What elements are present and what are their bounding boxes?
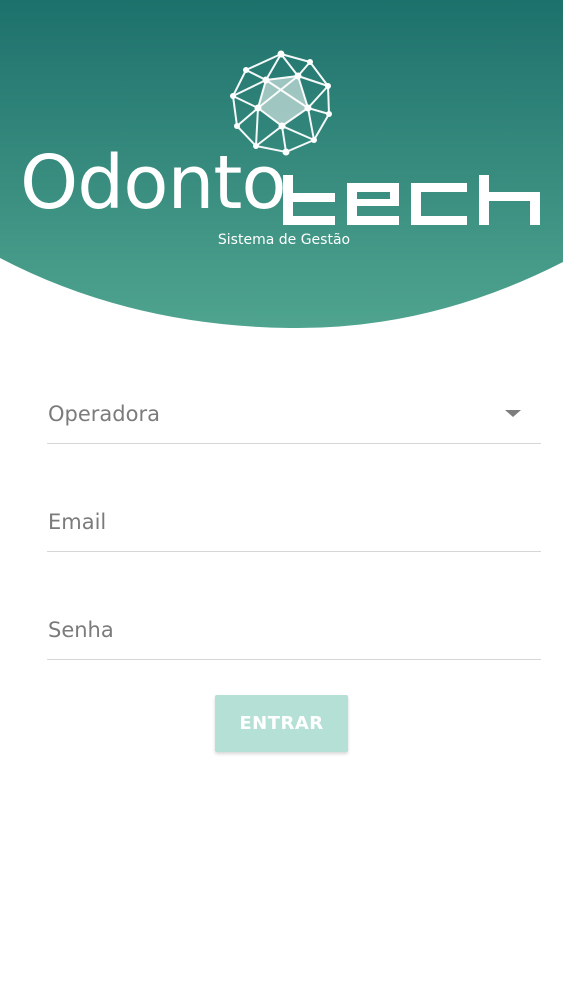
dropdown-arrow-icon[interactable] (505, 410, 521, 417)
brand-name-prefix: Odonto (20, 140, 287, 226)
email-placeholder: Email (48, 510, 107, 534)
brand-logo: Odonto tech (0, 0, 563, 330)
brand-tagline: Sistema de Gestão (217, 232, 351, 248)
operadora-select[interactable]: Operadora (47, 380, 541, 444)
entrar-button[interactable]: ENTRAR (215, 695, 348, 752)
submit-row: ENTRAR (0, 695, 563, 755)
login-form: Operadora Email Senha (47, 380, 541, 704)
operadora-label: Operadora (48, 402, 160, 426)
email-field[interactable]: Email (47, 488, 541, 552)
login-screen: Odonto tech (0, 0, 563, 1000)
senha-placeholder: Senha (48, 618, 114, 642)
brand-name-suffix: tech (283, 175, 540, 225)
senha-field[interactable]: Senha (47, 596, 541, 660)
